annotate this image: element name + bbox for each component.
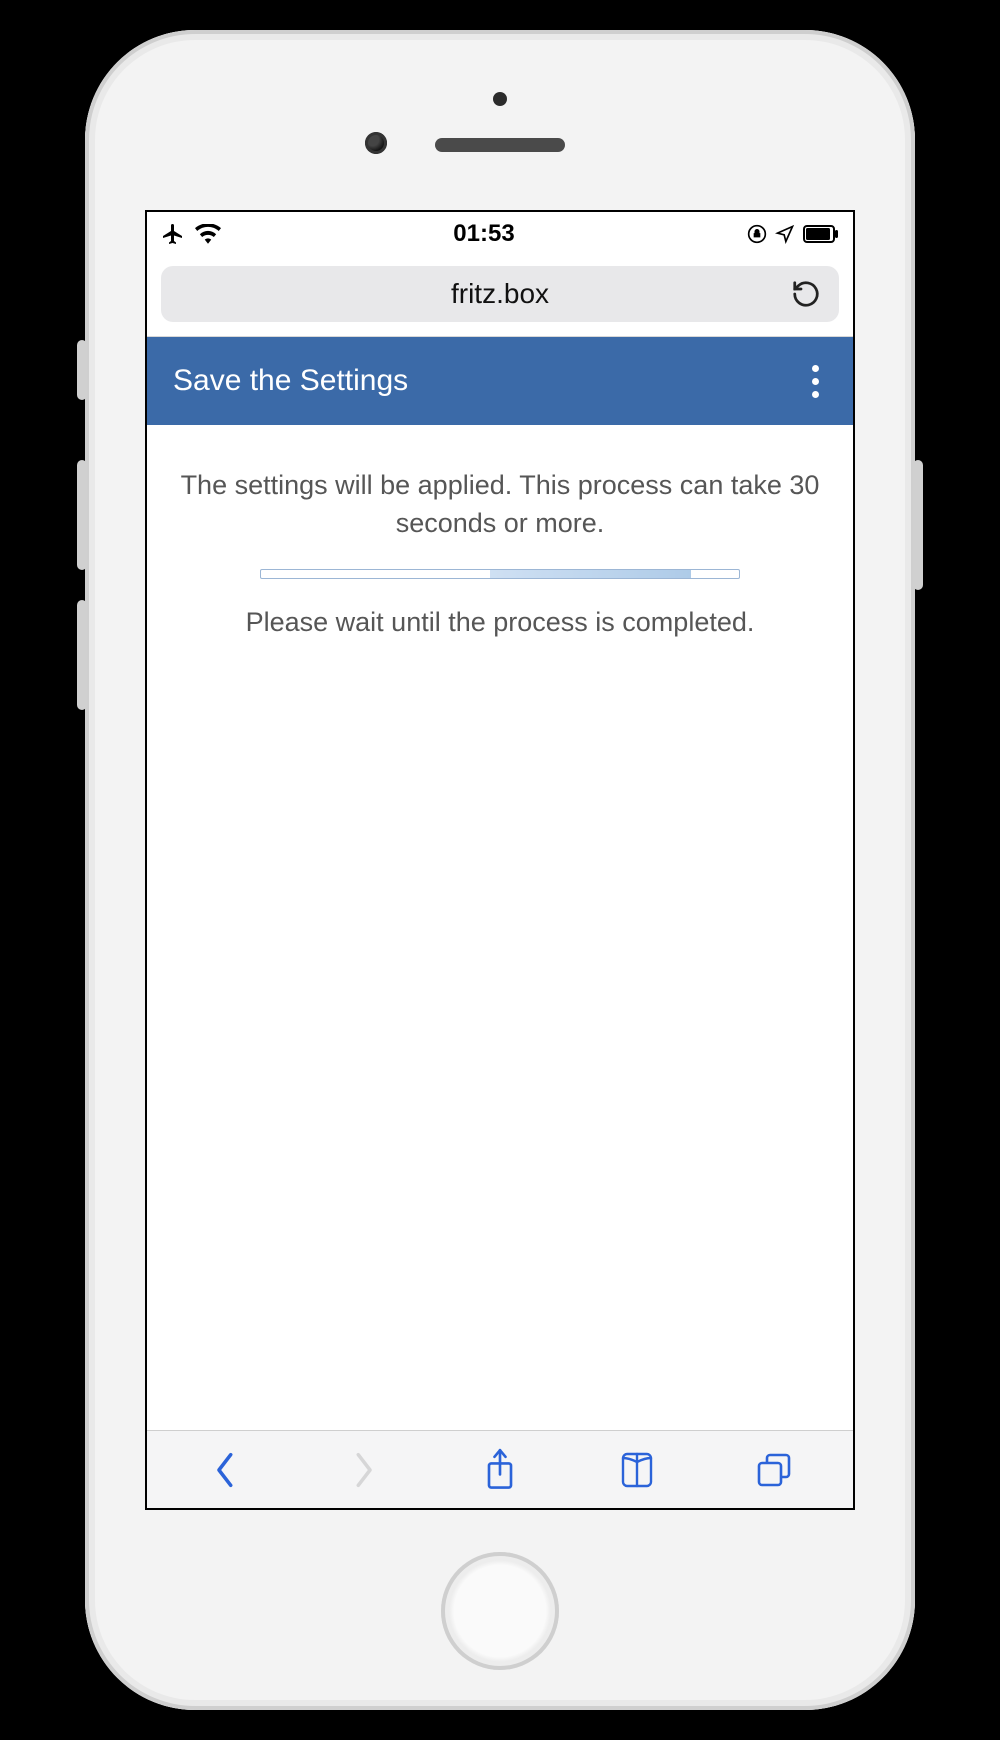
battery-icon xyxy=(803,225,839,243)
page-content: The settings will be applied. This proce… xyxy=(147,425,853,1430)
home-button[interactable] xyxy=(441,1552,559,1670)
phone-power-button xyxy=(913,460,923,590)
please-wait-message: Please wait until the process is complet… xyxy=(171,607,829,638)
kebab-dot-icon xyxy=(812,391,819,398)
kebab-dot-icon xyxy=(812,365,819,372)
wifi-icon xyxy=(195,224,221,244)
phone-volume-up xyxy=(77,460,87,570)
page-title: Save the Settings xyxy=(173,364,408,398)
phone-speaker xyxy=(435,138,565,152)
progress-bar-fill xyxy=(490,570,691,578)
apply-settings-message: The settings will be applied. This proce… xyxy=(171,467,829,543)
bookmarks-button[interactable] xyxy=(607,1450,667,1490)
airplane-mode-icon xyxy=(161,222,185,246)
orientation-lock-icon xyxy=(747,224,767,244)
browser-toolbar xyxy=(147,1430,853,1508)
phone-sensor xyxy=(493,92,507,106)
tabs-button[interactable] xyxy=(744,1451,804,1489)
progress-bar xyxy=(260,569,740,579)
phone-frame: 01:53 fritz.box xyxy=(85,30,915,1710)
address-text: fritz.box xyxy=(451,278,549,310)
back-button[interactable] xyxy=(196,1450,256,1490)
reload-icon[interactable] xyxy=(791,279,821,309)
address-bar[interactable]: fritz.box xyxy=(161,266,839,322)
screen: 01:53 fritz.box xyxy=(145,210,855,1510)
forward-button xyxy=(333,1450,393,1490)
location-icon xyxy=(775,224,795,244)
page-header: Save the Settings xyxy=(147,337,853,425)
status-bar: 01:53 xyxy=(147,212,853,256)
more-menu-button[interactable] xyxy=(804,357,827,406)
kebab-dot-icon xyxy=(812,378,819,385)
browser-chrome-top: fritz.box xyxy=(147,256,853,337)
phone-front-camera xyxy=(365,132,387,154)
status-time: 01:53 xyxy=(453,220,514,248)
phone-mute-switch xyxy=(77,340,87,400)
phone-volume-down xyxy=(77,600,87,710)
share-button[interactable] xyxy=(470,1448,530,1492)
